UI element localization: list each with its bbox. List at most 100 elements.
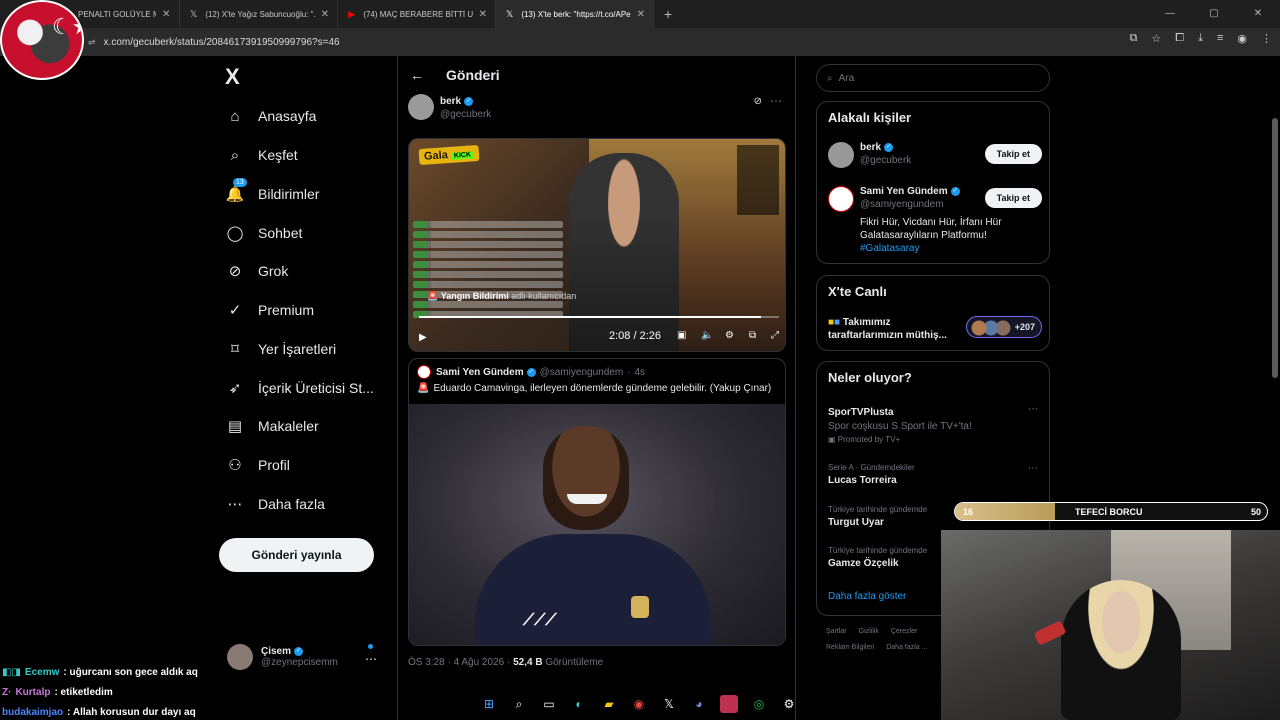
discord-icon[interactable]: ◕: [690, 695, 708, 713]
spotify-icon[interactable]: ◎: [750, 695, 768, 713]
x-app-icon[interactable]: 𝕏: [660, 695, 678, 713]
profile-icon: ⚇: [228, 457, 242, 474]
edge-icon[interactable]: ◐: [570, 695, 588, 713]
profile-avatar-icon[interactable]: ◉: [1237, 32, 1247, 45]
related-person[interactable]: berk ✓ @gecuberk Takip et: [828, 142, 1042, 172]
play-icon[interactable]: ▶: [419, 332, 427, 343]
live-card: X'te Canlı ■■ Takımımız taraftarlarımızı…: [816, 275, 1050, 351]
nav-item-yer-i-şaretleri[interactable]: ⌑ Yer İşaretleri: [225, 335, 336, 363]
more-icon[interactable]: ⋯: [365, 652, 377, 666]
nav-item-sohbet[interactable]: ◯ Sohbet: [225, 219, 303, 247]
nav-item-keşfet[interactable]: ⌕ Keşfet: [225, 141, 298, 169]
footer-link[interactable]: Reklam Bilgileri: [826, 644, 874, 651]
video-progress[interactable]: [419, 316, 779, 318]
fullscreen-icon[interactable]: ⤢: [771, 330, 779, 341]
windows-start-icon[interactable]: ⊞: [480, 695, 498, 713]
quote-photo[interactable]: ⟋⟋⟋: [409, 404, 785, 645]
video-player[interactable]: Gala KICK 🚨 Yangın Bildirimi adlı kullanı…: [408, 138, 786, 352]
page-header: ← Gönderi: [398, 56, 795, 94]
trend-item[interactable]: SporTVPlusta Spor coşkusu S Sport ile TV…: [828, 404, 1042, 444]
maximize-icon[interactable]: ▢: [1192, 0, 1236, 28]
author-handle[interactable]: @gecuberk: [440, 109, 491, 120]
browser-tab-4[interactable]: 𝕏 (13) X'te berk: "https://t.co/APe... ✕: [496, 0, 654, 28]
close-icon[interactable]: ✕: [637, 9, 645, 20]
new-tab-button[interactable]: +: [664, 6, 672, 22]
nav-item-premium[interactable]: ✓ Premium: [225, 296, 314, 324]
follow-button[interactable]: Takip et: [984, 144, 1042, 164]
volume-icon[interactable]: 🔈: [701, 330, 713, 341]
menu-icon[interactable]: ⋮: [1261, 32, 1272, 45]
nav-item-makaleler[interactable]: ▤ Makaleler: [225, 412, 319, 440]
settings-icon[interactable]: ⚙: [725, 330, 734, 341]
x-logo[interactable]: X: [225, 64, 240, 90]
video-controls: ▶ 2:08 / 2:26 ▣ 🔈 ⚙ ⧉ ⤢: [419, 329, 779, 345]
media-icon[interactable]: ≡: [1217, 32, 1223, 45]
close-icon[interactable]: ✕: [479, 9, 487, 20]
footer-link[interactable]: Daha fazla ...: [886, 644, 927, 651]
nav-item-label: Daha fazla: [258, 496, 325, 512]
extensions-icon[interactable]: ⧠: [1175, 32, 1184, 45]
show-more-link[interactable]: Daha fazla göster: [828, 591, 906, 602]
avatar: [828, 186, 854, 212]
close-window-icon[interactable]: ✕: [1236, 0, 1280, 28]
nav-item-label: Bildirimler: [258, 186, 320, 202]
post-button[interactable]: Gönderi yayınla: [219, 538, 374, 572]
star-icon[interactable]: ☆: [1151, 32, 1161, 45]
live-space[interactable]: ■■ Takımımız taraftarlarımızın müthiş...…: [828, 316, 1042, 342]
scrollbar[interactable]: [1272, 118, 1278, 378]
close-icon[interactable]: ✕: [321, 9, 329, 20]
download-icon[interactable]: ⤓: [1198, 32, 1203, 45]
tab-title: (12) X'te Yağız Sabuncuoğlu: "...: [205, 9, 315, 19]
account-name: Çisem ✓: [261, 646, 304, 657]
pip-icon[interactable]: ⧉: [749, 330, 756, 341]
nav-item-daha-fazla[interactable]: ⋯ Daha fazla: [225, 490, 325, 518]
nav-item-grok[interactable]: ⊘ Grok: [225, 257, 289, 285]
promoted-icon: ▣: [828, 435, 838, 444]
related-people-card: Alakalı kişiler berk ✓ @gecuberk Takip et…: [816, 101, 1050, 264]
nav-item-i-çerik-üreticisi-st-[interactable]: ➶ İçerik Üreticisi St...: [225, 374, 374, 402]
site-info-icon[interactable]: ⇌: [88, 37, 96, 48]
chrome-icon[interactable]: ◉: [630, 695, 648, 713]
nav-item-profil[interactable]: ⚇ Profil: [225, 451, 290, 479]
quoted-post[interactable]: Sami Yen Gündem ✓ @samiyengundem · 4s 🚨 E…: [408, 358, 786, 646]
video-viewer-list: [737, 145, 779, 215]
live-participants[interactable]: +207: [966, 316, 1042, 338]
url-field[interactable]: ⇌ x.com/gecuberk/status/2084617391950999…: [88, 33, 1088, 51]
follow-button[interactable]: Takip et: [984, 188, 1042, 208]
footer-link[interactable]: Çerezler: [891, 628, 917, 635]
search-icon[interactable]: ⌕: [510, 695, 528, 713]
settings-icon[interactable]: ⚙: [780, 695, 798, 713]
verified-icon: ✓: [464, 96, 474, 106]
browser-tab-3[interactable]: ▶ (74) MAÇ BERABERE BİTTİ UMU... ✕: [338, 0, 496, 28]
captions-icon[interactable]: ▣: [677, 330, 686, 341]
app-icon[interactable]: [720, 695, 738, 713]
trend-item[interactable]: Serie A · Gündemdekiler Lucas Torreira ⋯: [828, 463, 1042, 486]
browser-tab-2[interactable]: 𝕏 (12) X'te Yağız Sabuncuoğlu: "... ✕: [180, 0, 338, 28]
more-icon[interactable]: ⋯: [1028, 404, 1038, 415]
task-view-icon[interactable]: ▭: [540, 695, 558, 713]
tab-title: (74) MAÇ BERABERE BİTTİ UMU...: [363, 9, 473, 19]
related-person[interactable]: Sami Yen Gündem ✓ @samiyengundem Takip et…: [828, 186, 1042, 256]
more-icon[interactable]: ⋯: [770, 94, 782, 108]
more-icon[interactable]: ⋯: [1028, 463, 1038, 474]
back-arrow-icon[interactable]: ←: [410, 67, 424, 83]
page-title: Gönderi: [446, 67, 500, 83]
nav-item-bildirimler[interactable]: 🔔 13 Bildirimler: [225, 178, 320, 208]
footer-link[interactable]: Şartlar: [826, 628, 847, 635]
footer-link[interactable]: Gizlilik: [859, 628, 879, 635]
install-icon[interactable]: ⧉: [1130, 32, 1138, 45]
video-caption: 🚨 Yangın Bildirimi adlı kullanıcıdan: [427, 291, 577, 301]
search-input[interactable]: ⌕ Ara: [816, 64, 1050, 92]
nav-item-anasayfa[interactable]: ⌂ Anasayfa: [225, 102, 316, 130]
hashtag-link[interactable]: #Galatasaray: [860, 243, 919, 254]
chat-message: ◧◨ Ecemw: uğurcanı son gece aldık aq: [2, 662, 302, 682]
explorer-icon[interactable]: ▰: [600, 695, 618, 713]
trend-title: Lucas Torreira: [828, 475, 897, 486]
live-text: ■■ Takımımız taraftarlarımızın müthiş...: [828, 317, 947, 341]
grok-icon[interactable]: ⊘: [754, 96, 762, 107]
bell-icon: 🔔 13: [225, 178, 247, 203]
author-name[interactable]: berk ✓: [440, 96, 474, 107]
close-icon[interactable]: ✕: [162, 9, 170, 20]
minimize-icon[interactable]: —: [1148, 0, 1192, 28]
avatar[interactable]: [408, 94, 434, 120]
